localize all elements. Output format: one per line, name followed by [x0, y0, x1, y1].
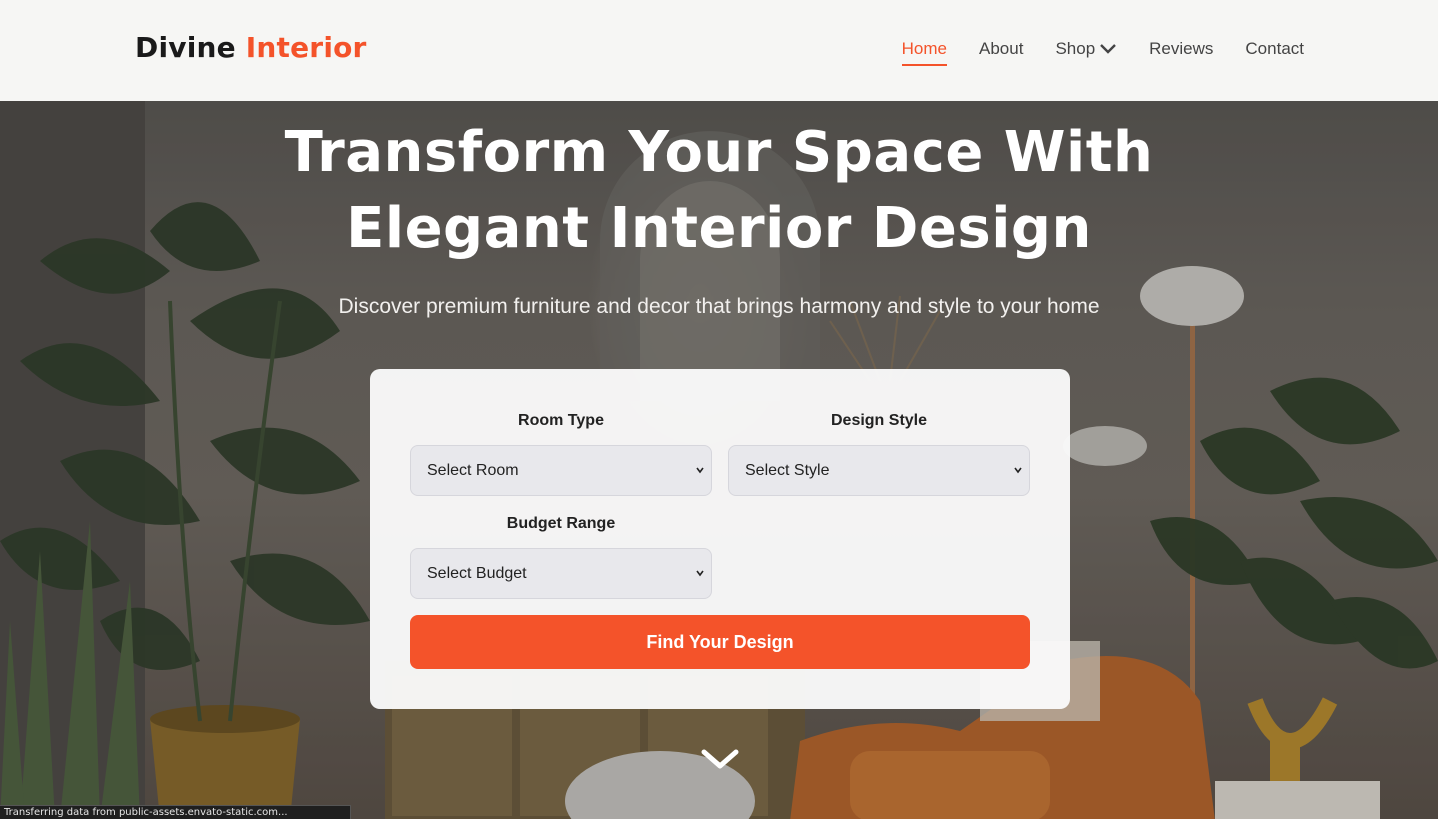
- hero-title-line1: Transform Your Space With: [284, 120, 1154, 185]
- room-type-value: Select Room: [427, 461, 519, 479]
- logo-text-interior: Interior: [245, 31, 367, 64]
- find-design-button[interactable]: Find Your Design: [410, 615, 1030, 669]
- hero-title: Transform Your Space With Elegant Interi…: [0, 115, 1438, 267]
- budget-range-select[interactable]: Select Budget: [410, 548, 712, 599]
- nav-home[interactable]: Home: [901, 38, 948, 66]
- room-type-label: Room Type: [518, 412, 604, 429]
- nav-contact[interactable]: Contact: [1245, 38, 1304, 60]
- room-type-select[interactable]: Select Room: [410, 445, 712, 496]
- nav-shop-label: Shop: [1055, 39, 1096, 58]
- design-style-label: Design Style: [830, 412, 928, 429]
- budget-range-label: Budget Range: [506, 515, 616, 532]
- browser-status-bar: Transferring data from public-assets.env…: [0, 805, 351, 819]
- chevron-down-icon[interactable]: [700, 746, 740, 774]
- design-style-value: Select Style: [745, 461, 830, 479]
- chevron-down-icon: [1100, 44, 1117, 54]
- chevron-down-icon: [1014, 467, 1022, 474]
- chevron-down-icon: [696, 467, 704, 474]
- nav-reviews[interactable]: Reviews: [1149, 38, 1213, 60]
- budget-range-value: Select Budget: [427, 564, 527, 582]
- hero-title-line2: Elegant Interior Design: [346, 196, 1092, 261]
- hero-subtitle: Discover premium furniture and decor tha…: [338, 295, 1100, 318]
- design-finder-form: Room Type Select Room Design Style Selec…: [370, 369, 1070, 709]
- nav-shop[interactable]: Shop: [1055, 38, 1117, 60]
- hero-section: Transform Your Space With Elegant Interi…: [0, 101, 1438, 819]
- logo[interactable]: Divine Interior: [135, 30, 367, 66]
- main-nav: Home About Shop Reviews Contact: [870, 38, 1304, 66]
- site-header: Divine Interior Home About Shop Reviews …: [0, 0, 1438, 101]
- nav-about[interactable]: About: [979, 38, 1023, 60]
- logo-text-divine: Divine: [135, 31, 236, 64]
- design-style-select[interactable]: Select Style: [728, 445, 1030, 496]
- chevron-down-icon: [696, 570, 704, 577]
